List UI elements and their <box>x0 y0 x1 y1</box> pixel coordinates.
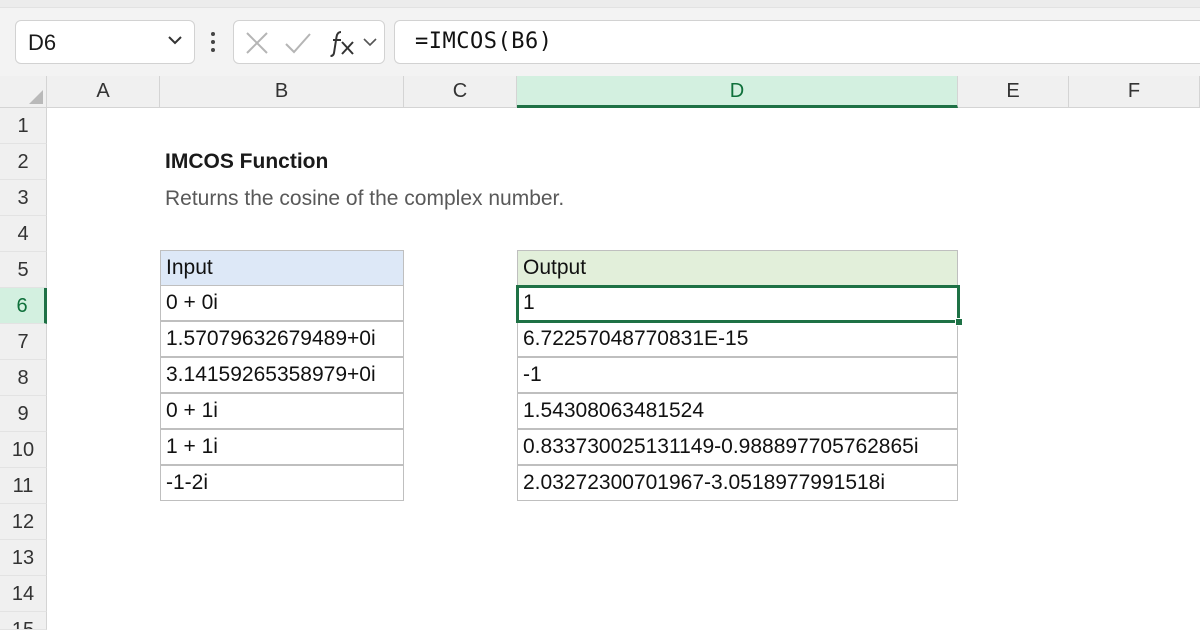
input-cell[interactable]: 0 + 1i <box>160 393 404 429</box>
row-header-5[interactable]: 5 <box>0 252 47 288</box>
formula-bar: D6 =IMCOS(B6) <box>0 8 1200 74</box>
output-cell[interactable]: -1 <box>517 357 958 393</box>
column-header-d[interactable]: D <box>517 76 958 108</box>
window-top-strip <box>0 0 1200 8</box>
column-header-a[interactable]: A <box>47 76 160 108</box>
row-header-15[interactable]: 15 <box>0 612 47 630</box>
input-cell[interactable]: 3.14159265358979+0i <box>160 357 404 393</box>
chevron-down-icon[interactable] <box>166 31 184 49</box>
column-header-c[interactable]: C <box>404 76 517 108</box>
cancel-x-icon[interactable] <box>244 30 270 56</box>
chevron-down-icon[interactable] <box>362 34 378 50</box>
active-cell-border <box>516 285 960 323</box>
row-header-13[interactable]: 13 <box>0 540 47 576</box>
input-cell[interactable]: 0 + 0i <box>160 285 404 321</box>
sheet-title: IMCOS Function <box>165 150 329 173</box>
output-cell[interactable]: 1.54308063481524 <box>517 393 958 429</box>
row-header-12[interactable]: 12 <box>0 504 47 540</box>
row-header-4[interactable]: 4 <box>0 216 47 252</box>
select-all-triangle-icon <box>29 90 43 104</box>
output-header-cell[interactable]: Output <box>517 250 958 286</box>
fill-handle[interactable] <box>955 318 963 326</box>
column-header-e[interactable]: E <box>958 76 1069 108</box>
sheet-subtitle: Returns the cosine of the complex number… <box>165 187 565 210</box>
row-header-2[interactable]: 2 <box>0 144 47 180</box>
function-fx-icon[interactable] <box>327 28 355 58</box>
row-header-1[interactable]: 1 <box>0 108 47 144</box>
formula-actions <box>233 20 385 64</box>
row-header-6[interactable]: 6 <box>0 288 47 324</box>
output-cell[interactable]: 6.72257048770831E-15 <box>517 321 958 357</box>
output-cell[interactable]: 0.833730025131149-0.988897705762865i <box>517 429 958 465</box>
input-cell[interactable]: -1-2i <box>160 465 404 501</box>
formula-input[interactable]: =IMCOS(B6) <box>394 20 1200 64</box>
more-vertical-icon[interactable] <box>203 22 223 62</box>
name-box[interactable]: D6 <box>15 20 195 64</box>
row-header-10[interactable]: 10 <box>0 432 47 468</box>
name-box-value: D6 <box>28 30 57 55</box>
column-header-b[interactable]: B <box>160 76 404 108</box>
input-header-cell[interactable]: Input <box>160 250 404 286</box>
row-header-11[interactable]: 11 <box>0 468 47 504</box>
select-all-button[interactable] <box>0 76 47 108</box>
row-header-14[interactable]: 14 <box>0 576 47 612</box>
row-header-7[interactable]: 7 <box>0 324 47 360</box>
column-header-f[interactable]: F <box>1069 76 1200 108</box>
formula-text: =IMCOS(B6) <box>415 29 553 54</box>
row-header-8[interactable]: 8 <box>0 360 47 396</box>
row-header-3[interactable]: 3 <box>0 180 47 216</box>
spreadsheet-grid[interactable]: A B C D E F 1 2 3 4 5 6 7 8 9 10 11 12 1… <box>0 76 1200 630</box>
input-cell[interactable]: 1.57079632679489+0i <box>160 321 404 357</box>
output-cell[interactable]: 2.03272300701967-3.0518977991518i <box>517 465 958 501</box>
row-header-9[interactable]: 9 <box>0 396 47 432</box>
input-cell[interactable]: 1 + 1i <box>160 429 404 465</box>
confirm-check-icon[interactable] <box>284 30 312 56</box>
